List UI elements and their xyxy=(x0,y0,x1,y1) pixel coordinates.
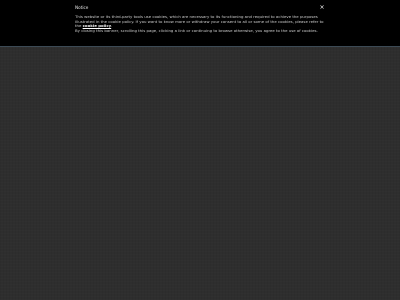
notice-body: This website or its third-party tools us… xyxy=(75,14,327,33)
cookie-notice-banner: Notice × This website or its third-party… xyxy=(0,0,400,47)
page: Notice × This website or its third-party… xyxy=(0,0,400,300)
close-icon[interactable]: × xyxy=(318,4,326,12)
notice-line-4: By closing this banner, scrolling this p… xyxy=(75,27,318,33)
notice-title: Notice xyxy=(75,5,89,10)
notice-line-2: illustrated in the cookie policy. If you… xyxy=(75,18,324,24)
